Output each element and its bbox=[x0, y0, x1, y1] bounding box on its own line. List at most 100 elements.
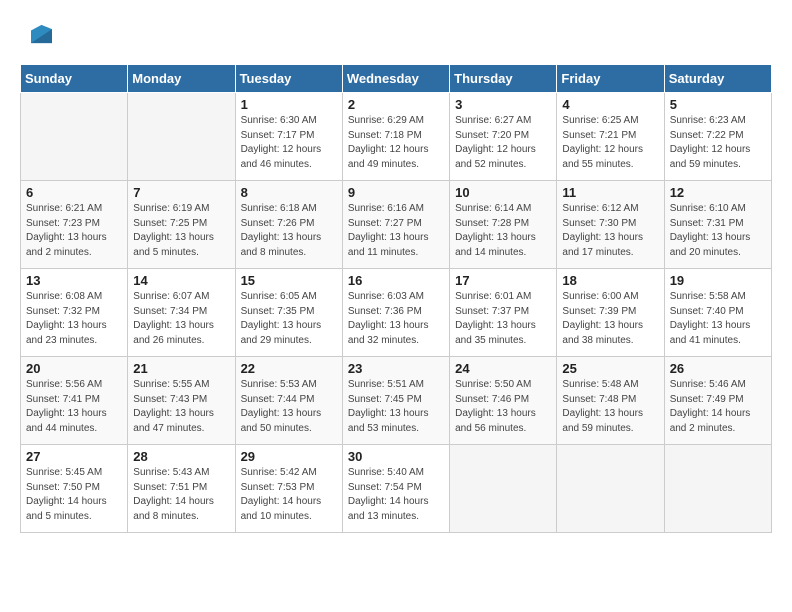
day-details: Sunrise: 6:14 AMSunset: 7:28 PMDaylight:… bbox=[455, 202, 551, 260]
day-number: 29 bbox=[241, 449, 337, 464]
calendar-cell: 5 Sunrise: 6:23 AMSunset: 7:22 PMDaylight… bbox=[664, 93, 771, 181]
column-header-monday: Monday bbox=[128, 65, 235, 93]
day-details: Sunrise: 6:25 AMSunset: 7:21 PMDaylight:… bbox=[562, 114, 658, 172]
day-number: 3 bbox=[455, 97, 551, 112]
day-details: Sunrise: 5:43 AMSunset: 7:51 PMDaylight:… bbox=[133, 466, 229, 524]
logo-icon bbox=[24, 20, 52, 48]
column-header-saturday: Saturday bbox=[664, 65, 771, 93]
day-details: Sunrise: 6:01 AMSunset: 7:37 PMDaylight:… bbox=[455, 290, 551, 348]
calendar-cell: 4 Sunrise: 6:25 AMSunset: 7:21 PMDaylight… bbox=[557, 93, 664, 181]
day-number: 14 bbox=[133, 273, 229, 288]
day-number: 18 bbox=[562, 273, 658, 288]
day-details: Sunrise: 6:21 AMSunset: 7:23 PMDaylight:… bbox=[26, 202, 122, 260]
day-details: Sunrise: 6:29 AMSunset: 7:18 PMDaylight:… bbox=[348, 114, 444, 172]
day-details: Sunrise: 6:03 AMSunset: 7:36 PMDaylight:… bbox=[348, 290, 444, 348]
calendar-week-5: 27 Sunrise: 5:45 AMSunset: 7:50 PMDayligh… bbox=[21, 445, 772, 533]
calendar-cell: 6Sunrise: 6:21 AMSunset: 7:23 PMDaylight… bbox=[21, 181, 128, 269]
day-number: 19 bbox=[670, 273, 766, 288]
day-number: 16 bbox=[348, 273, 444, 288]
calendar-cell: 19 Sunrise: 5:58 AMSunset: 7:40 PMDayligh… bbox=[664, 269, 771, 357]
day-number: 22 bbox=[241, 361, 337, 376]
calendar-cell bbox=[21, 93, 128, 181]
calendar-table: SundayMondayTuesdayWednesdayThursdayFrid… bbox=[20, 64, 772, 533]
calendar-cell: 20Sunrise: 5:56 AMSunset: 7:41 PMDayligh… bbox=[21, 357, 128, 445]
logo bbox=[20, 20, 52, 48]
column-header-friday: Friday bbox=[557, 65, 664, 93]
calendar-cell: 1Sunrise: 6:30 AMSunset: 7:17 PMDaylight… bbox=[235, 93, 342, 181]
calendar-cell: 10 Sunrise: 6:14 AMSunset: 7:28 PMDayligh… bbox=[450, 181, 557, 269]
calendar-cell: 12 Sunrise: 6:10 AMSunset: 7:31 PMDayligh… bbox=[664, 181, 771, 269]
calendar-cell: 14 Sunrise: 6:07 AMSunset: 7:34 PMDayligh… bbox=[128, 269, 235, 357]
calendar-week-4: 20Sunrise: 5:56 AMSunset: 7:41 PMDayligh… bbox=[21, 357, 772, 445]
day-number: 20 bbox=[26, 361, 122, 376]
day-details: Sunrise: 6:16 AMSunset: 7:27 PMDaylight:… bbox=[348, 202, 444, 260]
day-details: Sunrise: 5:48 AMSunset: 7:48 PMDaylight:… bbox=[562, 378, 658, 436]
day-number: 4 bbox=[562, 97, 658, 112]
day-number: 2 bbox=[348, 97, 444, 112]
calendar-cell: 16 Sunrise: 6:03 AMSunset: 7:36 PMDayligh… bbox=[342, 269, 449, 357]
day-number: 12 bbox=[670, 185, 766, 200]
calendar-cell: 7 Sunrise: 6:19 AMSunset: 7:25 PMDaylight… bbox=[128, 181, 235, 269]
calendar-cell: 17 Sunrise: 6:01 AMSunset: 7:37 PMDayligh… bbox=[450, 269, 557, 357]
day-details: Sunrise: 6:00 AMSunset: 7:39 PMDaylight:… bbox=[562, 290, 658, 348]
day-number: 7 bbox=[133, 185, 229, 200]
calendar-cell: 30 Sunrise: 5:40 AMSunset: 7:54 PMDayligh… bbox=[342, 445, 449, 533]
day-details: Sunrise: 6:19 AMSunset: 7:25 PMDaylight:… bbox=[133, 202, 229, 260]
calendar-cell: 2 Sunrise: 6:29 AMSunset: 7:18 PMDaylight… bbox=[342, 93, 449, 181]
calendar-week-1: 1Sunrise: 6:30 AMSunset: 7:17 PMDaylight… bbox=[21, 93, 772, 181]
day-details: Sunrise: 6:23 AMSunset: 7:22 PMDaylight:… bbox=[670, 114, 766, 172]
calendar-cell: 26 Sunrise: 5:46 AMSunset: 7:49 PMDayligh… bbox=[664, 357, 771, 445]
day-number: 5 bbox=[670, 97, 766, 112]
calendar-cell: 15Sunrise: 6:05 AMSunset: 7:35 PMDayligh… bbox=[235, 269, 342, 357]
day-number: 27 bbox=[26, 449, 122, 464]
calendar-cell: 29Sunrise: 5:42 AMSunset: 7:53 PMDayligh… bbox=[235, 445, 342, 533]
calendar-cell bbox=[664, 445, 771, 533]
calendar-cell: 21Sunrise: 5:55 AMSunset: 7:43 PMDayligh… bbox=[128, 357, 235, 445]
calendar-week-2: 6Sunrise: 6:21 AMSunset: 7:23 PMDaylight… bbox=[21, 181, 772, 269]
day-number: 30 bbox=[348, 449, 444, 464]
calendar-cell: 27 Sunrise: 5:45 AMSunset: 7:50 PMDayligh… bbox=[21, 445, 128, 533]
day-details: Sunrise: 6:27 AMSunset: 7:20 PMDaylight:… bbox=[455, 114, 551, 172]
day-details: Sunrise: 5:51 AMSunset: 7:45 PMDaylight:… bbox=[348, 378, 444, 436]
day-number: 8 bbox=[241, 185, 337, 200]
day-number: 9 bbox=[348, 185, 444, 200]
day-details: Sunrise: 6:18 AMSunset: 7:26 PMDaylight:… bbox=[241, 202, 337, 260]
calendar-cell: 23 Sunrise: 5:51 AMSunset: 7:45 PMDayligh… bbox=[342, 357, 449, 445]
column-header-thursday: Thursday bbox=[450, 65, 557, 93]
calendar-cell bbox=[128, 93, 235, 181]
day-details: Sunrise: 5:53 AMSunset: 7:44 PMDaylight:… bbox=[241, 378, 337, 436]
calendar-cell: 9 Sunrise: 6:16 AMSunset: 7:27 PMDaylight… bbox=[342, 181, 449, 269]
day-number: 24 bbox=[455, 361, 551, 376]
calendar-cell: 24 Sunrise: 5:50 AMSunset: 7:46 PMDayligh… bbox=[450, 357, 557, 445]
calendar-cell: 18 Sunrise: 6:00 AMSunset: 7:39 PMDayligh… bbox=[557, 269, 664, 357]
calendar-cell bbox=[450, 445, 557, 533]
day-details: Sunrise: 6:07 AMSunset: 7:34 PMDaylight:… bbox=[133, 290, 229, 348]
day-details: Sunrise: 5:40 AMSunset: 7:54 PMDaylight:… bbox=[348, 466, 444, 524]
calendar-cell: 28 Sunrise: 5:43 AMSunset: 7:51 PMDayligh… bbox=[128, 445, 235, 533]
day-details: Sunrise: 6:08 AMSunset: 7:32 PMDaylight:… bbox=[26, 290, 122, 348]
day-number: 28 bbox=[133, 449, 229, 464]
day-details: Sunrise: 6:05 AMSunset: 7:35 PMDaylight:… bbox=[241, 290, 337, 348]
page-header bbox=[20, 20, 772, 48]
day-number: 26 bbox=[670, 361, 766, 376]
day-number: 21 bbox=[133, 361, 229, 376]
day-details: Sunrise: 5:45 AMSunset: 7:50 PMDaylight:… bbox=[26, 466, 122, 524]
day-number: 11 bbox=[562, 185, 658, 200]
day-details: Sunrise: 5:46 AMSunset: 7:49 PMDaylight:… bbox=[670, 378, 766, 436]
calendar-week-3: 13 Sunrise: 6:08 AMSunset: 7:32 PMDayligh… bbox=[21, 269, 772, 357]
calendar-cell: 13 Sunrise: 6:08 AMSunset: 7:32 PMDayligh… bbox=[21, 269, 128, 357]
calendar-cell: 22 Sunrise: 5:53 AMSunset: 7:44 PMDayligh… bbox=[235, 357, 342, 445]
day-details: Sunrise: 6:30 AMSunset: 7:17 PMDaylight:… bbox=[241, 114, 337, 172]
day-details: Sunrise: 6:10 AMSunset: 7:31 PMDaylight:… bbox=[670, 202, 766, 260]
day-number: 10 bbox=[455, 185, 551, 200]
calendar-cell bbox=[557, 445, 664, 533]
day-number: 23 bbox=[348, 361, 444, 376]
day-number: 25 bbox=[562, 361, 658, 376]
day-number: 13 bbox=[26, 273, 122, 288]
day-details: Sunrise: 5:50 AMSunset: 7:46 PMDaylight:… bbox=[455, 378, 551, 436]
day-details: Sunrise: 5:58 AMSunset: 7:40 PMDaylight:… bbox=[670, 290, 766, 348]
day-number: 17 bbox=[455, 273, 551, 288]
column-header-tuesday: Tuesday bbox=[235, 65, 342, 93]
calendar-cell: 8 Sunrise: 6:18 AMSunset: 7:26 PMDaylight… bbox=[235, 181, 342, 269]
column-header-wednesday: Wednesday bbox=[342, 65, 449, 93]
